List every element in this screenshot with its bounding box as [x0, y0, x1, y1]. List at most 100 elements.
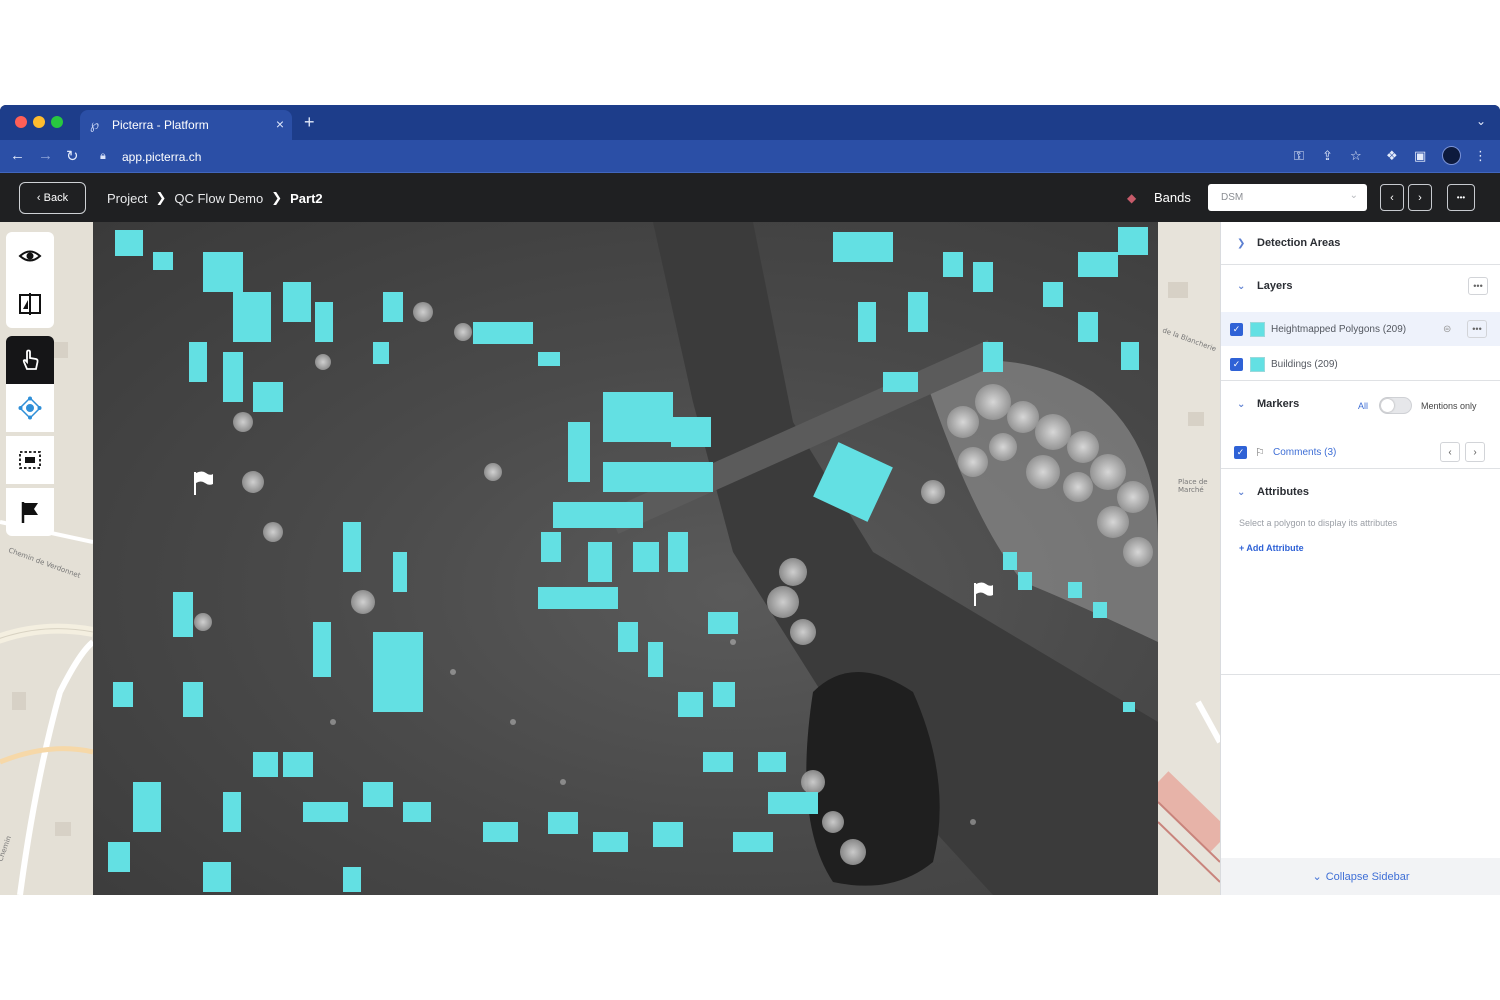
extensions-puzzle-icon[interactable]: ❖	[1386, 148, 1398, 164]
close-window-button[interactable]	[15, 116, 27, 128]
share-icon[interactable]: ⇪	[1322, 148, 1333, 164]
maximize-window-button[interactable]	[51, 116, 63, 128]
layer-checkbox[interactable]: ✓	[1230, 322, 1243, 336]
layer-label: Heightmapped Polygons (209)	[1271, 323, 1407, 335]
layers-header[interactable]: ⌄ Layers	[1237, 280, 1292, 292]
layer-color-swatch	[1250, 321, 1265, 337]
address-bar[interactable]: 🔒︎ app.picterra.ch	[94, 146, 1274, 168]
reload-icon[interactable]: ↻	[66, 147, 79, 165]
more-options-button[interactable]: •••	[1447, 184, 1475, 211]
markers-section: ⌄ Markers All Mentions only ✓ ⚐ Comments…	[1221, 381, 1500, 469]
collapse-sidebar-button[interactable]: ⌄ Collapse Sidebar	[1221, 858, 1500, 895]
hand-pointer-icon	[22, 349, 39, 370]
mentions-only-option[interactable]: Mentions only	[1421, 401, 1477, 411]
new-tab-button[interactable]: +	[304, 112, 315, 133]
layer-row[interactable]: ✓ Heightmapped Polygons (209) ⊜ •••	[1221, 312, 1500, 346]
edit-vertices-tool-button[interactable]	[6, 384, 54, 432]
collapse-sidebar-label: Collapse Sidebar	[1325, 870, 1410, 883]
previous-band-button[interactable]: ‹	[1380, 184, 1404, 211]
svg-text:de la Blancherie: de la Blancherie	[1161, 326, 1217, 353]
breadcrumb: Project ❯ QC Flow Demo ❯ Part2	[107, 190, 323, 206]
dsm-raster-layer[interactable]	[93, 222, 1158, 895]
attributes-title: Attributes	[1257, 486, 1309, 498]
flag-marker-icon[interactable]	[192, 470, 214, 496]
add-attribute-link[interactable]: + Add Attribute	[1239, 543, 1304, 553]
tab-title: Picterra - Platform	[112, 118, 209, 132]
minimize-window-button[interactable]	[33, 116, 45, 128]
layers-stack-icon: ◆	[1127, 191, 1137, 205]
flag-icon	[21, 502, 38, 523]
chevron-down-icon: ⌄	[1237, 486, 1246, 498]
markers-all-option[interactable]: All	[1358, 401, 1368, 411]
select-area-tool-button[interactable]	[6, 436, 54, 484]
sidebar: ❯ Detection Areas ⌄ Layers ••• ✓ Heightm…	[1220, 222, 1500, 895]
eye-icon	[18, 250, 42, 262]
bands-select[interactable]: DSM ⌄	[1208, 184, 1367, 211]
pan-tool-button[interactable]	[6, 336, 54, 384]
chevron-down-icon: ⌄	[1237, 398, 1246, 410]
layer-more-button[interactable]: •••	[1467, 320, 1487, 338]
svg-text:Chemin de Verdonnet: Chemin de Verdonnet	[7, 546, 81, 580]
comments-label: Comments (3)	[1273, 446, 1337, 458]
forward-arrow-icon[interactable]: →	[38, 147, 53, 164]
layer-label: Buildings (209)	[1271, 358, 1338, 370]
layers-title: Layers	[1257, 280, 1293, 292]
chevron-right-icon: ❯	[1237, 237, 1246, 249]
attributes-section: ⌄ Attributes Select a polygon to display…	[1221, 469, 1500, 675]
flag-outline-icon: ⚐	[1255, 446, 1265, 459]
browser-menu-icon[interactable]: ⋮	[1474, 148, 1487, 164]
layers-section: ⌄ Layers ••• ✓ Heightmapped Polygons (20…	[1221, 265, 1500, 381]
attributes-header[interactable]: ⌄ Attributes	[1237, 486, 1309, 498]
svg-text:Place de: Place de	[1178, 478, 1208, 486]
browser-tab[interactable]: ℘ Picterra - Platform ×	[80, 110, 292, 140]
compare-tool-button[interactable]	[6, 280, 54, 328]
tab-bar: ℘ Picterra - Platform × + ⌄	[0, 105, 1500, 140]
comments-checkbox[interactable]: ✓	[1234, 445, 1247, 459]
attributes-hint: Select a polygon to display its attribut…	[1239, 518, 1398, 528]
layer-checkbox[interactable]: ✓	[1230, 357, 1243, 371]
selection-box-icon	[19, 451, 41, 469]
previous-comment-button[interactable]: ‹	[1440, 442, 1460, 462]
detection-areas-section: ❯ Detection Areas	[1221, 222, 1500, 265]
chevron-down-icon: ⌄	[1237, 280, 1246, 292]
profile-avatar[interactable]	[1442, 146, 1461, 165]
layer-filter-icon[interactable]: ⊜	[1443, 324, 1451, 335]
url-text: app.picterra.ch	[122, 150, 202, 164]
marker-tool-button[interactable]	[6, 488, 54, 536]
side-panel-icon[interactable]: ▣	[1414, 148, 1426, 164]
key-icon[interactable]: ⚿	[1294, 148, 1304, 164]
detection-areas-title: Detection Areas	[1257, 237, 1341, 249]
bookmark-star-icon[interactable]: ☆	[1350, 148, 1362, 164]
svg-text:Chemin: Chemin	[0, 835, 13, 863]
back-button[interactable]: ‹ Back	[19, 182, 86, 214]
breadcrumb-current: Part2	[290, 190, 323, 206]
breadcrumb-qc-flow-demo[interactable]: QC Flow Demo	[174, 191, 263, 206]
back-arrow-icon[interactable]: ←	[10, 147, 25, 164]
browser-window: ℘ Picterra - Platform × + ⌄ ← → ↻ 🔒︎ app…	[0, 105, 1500, 895]
mentions-toggle[interactable]	[1379, 397, 1412, 414]
bands-select-value: DSM	[1221, 192, 1244, 203]
layers-more-button[interactable]: •••	[1468, 277, 1488, 295]
picterra-favicon-icon: ℘	[90, 117, 100, 132]
breadcrumb-separator-icon: ❯	[155, 190, 167, 205]
visibility-tool-button[interactable]	[6, 232, 54, 280]
layer-row[interactable]: ✓ Buildings (209)	[1221, 347, 1500, 381]
comments-row[interactable]: ✓ ⚐ Comments (3) ‹ ›	[1221, 435, 1500, 469]
chevron-down-icon: ⌄	[1312, 871, 1322, 883]
next-band-button[interactable]: ›	[1408, 184, 1432, 211]
bands-label: Bands	[1154, 190, 1191, 205]
tab-search-chevron-icon[interactable]: ⌄	[1476, 114, 1486, 128]
svg-text:Marché: Marché	[1178, 486, 1204, 494]
split-view-icon	[19, 293, 41, 315]
close-tab-icon[interactable]: ×	[276, 116, 284, 132]
breadcrumb-project[interactable]: Project	[107, 191, 147, 206]
app-header: ‹ Back Project ❯ QC Flow Demo ❯ Part2 ◆ …	[0, 173, 1500, 222]
detection-areas-header[interactable]: ❯ Detection Areas	[1237, 237, 1340, 249]
lock-icon: 🔒︎	[100, 150, 106, 162]
map-tool-panel	[6, 232, 54, 538]
markers-header[interactable]: ⌄ Markers	[1237, 398, 1299, 410]
map-viewport[interactable]: Chemin de Verdonnet Chemin de la Blanche…	[0, 222, 1220, 895]
flag-marker-icon[interactable]	[972, 581, 994, 607]
chevron-down-icon: ⌄	[1349, 190, 1358, 201]
next-comment-button[interactable]: ›	[1465, 442, 1485, 462]
